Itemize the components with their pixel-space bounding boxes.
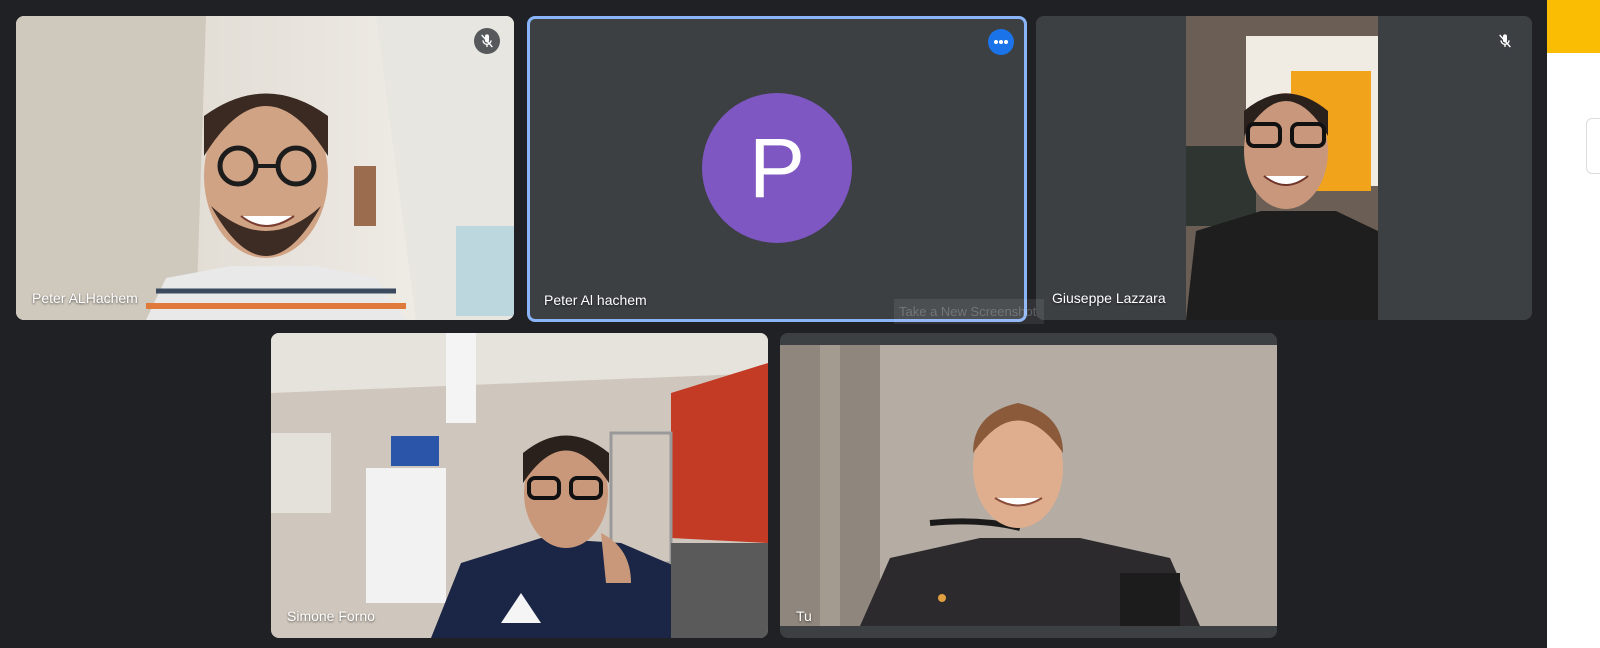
participant-tile-peter-alhachem[interactable]: Peter ALHachem [16,16,514,320]
participant-tile-peter-al-hachem[interactable]: P Peter Al hachem [527,16,1027,322]
participant-tile-giuseppe-lazzara[interactable]: Giuseppe Lazzara [1036,16,1532,320]
participant-name: Giuseppe Lazzara [1052,290,1166,306]
mic-off-icon [1492,28,1518,54]
participant-name: Peter ALHachem [32,290,138,306]
participant-name: Simone Forno [287,608,375,624]
side-panel-accent[interactable] [1547,0,1600,53]
participant-video [16,16,514,320]
participant-video [780,333,1277,638]
participant-name: Peter Al hachem [544,292,647,308]
participant-name: Tu [796,608,812,624]
side-panel-button[interactable] [1586,118,1600,174]
participant-video [1036,16,1532,320]
mic-off-icon [474,28,500,54]
more-options-icon[interactable] [988,29,1014,55]
participant-video [271,333,768,638]
participant-tile-self[interactable]: Tu [780,333,1277,638]
participant-tile-simone-forno[interactable]: Simone Forno [271,333,768,638]
avatar: P [702,93,852,243]
side-panel [1547,0,1600,648]
screenshot-tooltip: Take a New Screenshot [894,299,1044,324]
